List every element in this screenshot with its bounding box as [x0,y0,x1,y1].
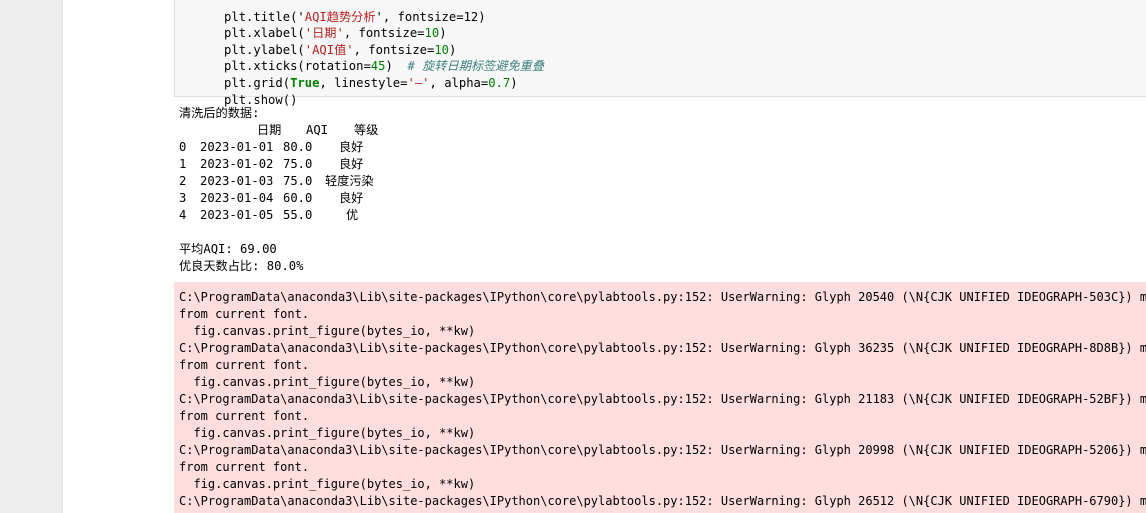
warning-line: C:\ProgramData\anaconda3\Lib\site-packag… [179,341,1146,355]
column-header: AQI [306,123,329,137]
row-aqi: 55.0 [283,208,313,222]
warning-line: fig.canvas.print_figure(bytes_io, **kw) [179,477,476,491]
dataframe-row: 2 2023-01-03 75.0 轻度污染 [179,173,479,190]
warning-line: C:\ProgramData\anaconda3\Lib\site-packag… [179,290,1146,304]
row-index: 2 [179,174,187,188]
row-level: 优 [346,208,359,222]
row-index: 1 [179,157,187,171]
row-aqi: 60.0 [283,191,313,205]
row-index: 3 [179,191,187,205]
warning-line: from current font. [179,460,310,474]
avg-aqi-text: 平均AQI: 69.00 [179,242,277,256]
row-date: 2023-01-01 [200,140,274,154]
output-heading: 清洗后的数据: [179,106,260,120]
code-cell[interactable]: plt.title('AQI趋势分析', fontsize=12) plt.xl… [174,0,1146,107]
row-date: 2023-01-05 [200,208,274,222]
warning-line: fig.canvas.print_figure(bytes_io, **kw) [179,375,476,389]
row-date: 2023-01-03 [200,174,274,188]
warning-line: fig.canvas.print_figure(bytes_io, **kw) [179,324,476,338]
row-aqi: 75.0 [283,157,313,171]
dataframe-header-row: 日期 AQI 等级 [179,122,479,139]
warning-line: C:\ProgramData\anaconda3\Lib\site-packag… [179,443,1146,457]
row-index: 4 [179,208,187,222]
warning-line: C:\ProgramData\anaconda3\Lib\site-packag… [179,392,1146,406]
row-index: 0 [179,140,187,154]
dataframe-row: 3 2023-01-04 60.0 良好 [179,190,479,207]
warning-line: from current font. [179,409,310,423]
dataframe-row: 0 2023-01-01 80.0 良好 [179,139,479,156]
warning-line: from current font. [179,307,310,321]
warning-line: from current font. [179,358,310,372]
row-level: 良好 [339,191,364,205]
good-ratio-text: 优良天数占比: 80.0% [179,259,304,273]
warning-line: fig.canvas.print_figure(bytes_io, **kw) [179,426,476,440]
warning-line: C:\ProgramData\anaconda3\Lib\site-packag… [179,494,1146,508]
column-header: 等级 [354,123,379,137]
row-level: 良好 [339,140,364,154]
row-level: 轻度污染 [325,174,374,188]
row-aqi: 80.0 [283,140,313,154]
stderr-output: C:\ProgramData\anaconda3\Lib\site-packag… [174,282,1146,513]
row-level: 良好 [339,157,364,171]
column-header: 日期 [257,123,282,137]
row-date: 2023-01-02 [200,157,274,171]
dataframe-row: 4 2023-01-05 55.0 优 [179,207,479,224]
row-aqi: 75.0 [283,174,313,188]
dataframe-row: 1 2023-01-02 75.0 良好 [179,156,479,173]
notebook-sheet: plt.title('AQI趋势分析', fontsize=12) plt.xl… [62,0,1146,513]
row-date: 2023-01-04 [200,191,274,205]
